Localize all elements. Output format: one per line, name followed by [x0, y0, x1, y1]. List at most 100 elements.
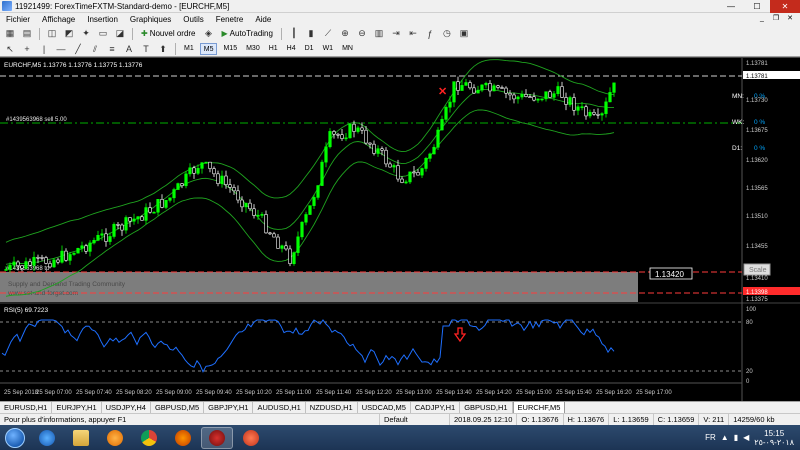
- candle-body: [432, 146, 436, 155]
- tab-eurjpy-h1[interactable]: EURJPY,H1: [52, 402, 102, 413]
- taskbar-media-player[interactable]: [99, 427, 131, 449]
- scale-button[interactable]: Scale: [749, 267, 767, 274]
- timeframe-m5[interactable]: M5: [199, 43, 218, 55]
- language-indicator[interactable]: FR: [705, 433, 716, 442]
- candle-body: [388, 163, 392, 168]
- menu-charts[interactable]: Graphiques: [124, 15, 177, 24]
- chart-shift-icon[interactable]: ⇤: [406, 27, 420, 40]
- price-tick: 1.13730: [746, 98, 768, 104]
- data-window-icon[interactable]: ◩: [62, 27, 76, 40]
- taskbar-chrome[interactable]: [133, 427, 165, 449]
- price-chart[interactable]: Supply and Demand Trading Community www.…: [0, 58, 800, 402]
- mdi-restore-button[interactable]: ❐: [770, 14, 782, 24]
- timeframe-m30[interactable]: M30: [243, 43, 263, 55]
- volume-icon[interactable]: ◀: [743, 433, 749, 442]
- candle-body: [480, 84, 484, 91]
- taskbar-ie[interactable]: [31, 427, 63, 449]
- tab-usdcad-m5[interactable]: USDCAD,M5: [358, 402, 411, 413]
- market-watch-icon[interactable]: ◫: [45, 27, 59, 40]
- taskbar-firefox[interactable]: [167, 427, 199, 449]
- time-tick: 25 Sep 17:00: [636, 390, 672, 396]
- candle-body: [156, 199, 160, 213]
- timeframe-w1[interactable]: W1: [320, 43, 337, 55]
- time-tick: 25 Sep 07:00: [36, 390, 72, 396]
- terminal-icon[interactable]: ▭: [96, 27, 110, 40]
- tab-audusd-h1[interactable]: AUDUSD,H1: [253, 402, 306, 413]
- fibonacci-icon[interactable]: ≡: [105, 43, 119, 56]
- zoom-in-icon[interactable]: ⊕: [338, 27, 352, 40]
- candle-body: [72, 252, 76, 255]
- mdi-minimize-button[interactable]: _: [756, 14, 768, 24]
- tile-windows-icon[interactable]: ▥: [372, 27, 386, 40]
- candlestick-icon[interactable]: ▮: [304, 27, 318, 40]
- candle-body: [92, 240, 96, 244]
- new-order-button[interactable]: ✚ Nouvel ordre: [138, 27, 199, 41]
- profiles-icon[interactable]: ▤: [20, 27, 34, 40]
- close-button[interactable]: ✕: [770, 0, 800, 13]
- tab-eurchf-m5[interactable]: EURCHF,M5: [512, 401, 566, 413]
- templates-icon[interactable]: ▣: [457, 27, 471, 40]
- metaeditor-icon[interactable]: ◈: [202, 27, 216, 40]
- zoom-out-icon[interactable]: ⊖: [355, 27, 369, 40]
- crosshair-icon[interactable]: +: [20, 43, 34, 56]
- tab-gbpjpy-h1[interactable]: GBPJPY,H1: [204, 402, 254, 413]
- time-tick: 25 Sep 13:00: [396, 390, 432, 396]
- menu-file[interactable]: Fichier: [0, 15, 36, 24]
- timeframe-mn[interactable]: MN: [339, 43, 356, 55]
- navigator-icon[interactable]: ✦: [79, 27, 93, 40]
- menu-insert[interactable]: Insertion: [81, 15, 124, 24]
- media-player-icon: [107, 429, 123, 446]
- taskbar-metatrader[interactable]: [201, 426, 233, 449]
- text-tool-icon[interactable]: A: [122, 43, 136, 56]
- arrows-icon[interactable]: ⬆: [156, 43, 170, 56]
- tab-cadjpy-h1[interactable]: CADJPY,H1: [411, 402, 461, 413]
- rsi-line: [1, 319, 615, 373]
- maximize-button[interactable]: ☐: [744, 0, 770, 13]
- line-chart-icon[interactable]: ⟋: [321, 27, 335, 40]
- timeframe-h4[interactable]: H4: [284, 43, 299, 55]
- chevron-up-icon[interactable]: ▲: [721, 433, 729, 442]
- menu-help[interactable]: Aide: [249, 15, 277, 24]
- mdi-close-button[interactable]: ✕: [784, 14, 796, 24]
- strategy-tester-icon[interactable]: ◪: [113, 27, 127, 40]
- candle-body: [240, 199, 244, 208]
- timeframe-h1[interactable]: H1: [266, 43, 281, 55]
- metatrader-icon: [209, 429, 225, 446]
- label-tool-icon[interactable]: T: [139, 43, 153, 56]
- menu-window[interactable]: Fenetre: [210, 15, 250, 24]
- timeframe-m15[interactable]: M15: [220, 43, 240, 55]
- cursor-icon[interactable]: ↖: [3, 43, 17, 56]
- tab-usdjpy-h4[interactable]: USDJPY,H4: [102, 402, 151, 413]
- minimize-button[interactable]: —: [718, 0, 744, 13]
- horizontal-line-icon[interactable]: —: [54, 43, 68, 56]
- menu-tools[interactable]: Outils: [177, 15, 209, 24]
- taskbar-explorer[interactable]: [65, 427, 97, 449]
- new-chart-icon[interactable]: ▦: [3, 27, 17, 40]
- menu-view[interactable]: Affichage: [36, 15, 81, 24]
- tab-nzdusd-h1[interactable]: NZDUSD,H1: [306, 402, 358, 413]
- candle-body: [164, 200, 168, 208]
- chart-window[interactable]: Supply and Demand Trading Community www.…: [0, 57, 800, 402]
- timeframe-m1[interactable]: M1: [181, 43, 197, 55]
- network-icon[interactable]: ▮: [734, 433, 738, 442]
- channel-icon[interactable]: ⫽: [88, 43, 102, 56]
- periods-icon[interactable]: ◷: [440, 27, 454, 40]
- autotrading-button[interactable]: ▶ AutoTrading: [219, 27, 276, 41]
- tab-gbpusd-h1[interactable]: GBPUSD,H1: [460, 402, 513, 413]
- bar-chart-icon[interactable]: ┃: [287, 27, 301, 40]
- candle-body: [552, 93, 556, 98]
- auto-scroll-icon[interactable]: ⇥: [389, 27, 403, 40]
- indicators-icon[interactable]: ƒ: [423, 27, 437, 40]
- candle-body: [328, 131, 332, 148]
- taskbar-app-x[interactable]: [235, 427, 267, 449]
- candle-body: [44, 257, 48, 264]
- candle-body: [84, 245, 88, 252]
- tab-eurusd-h1[interactable]: EURUSD,H1: [0, 402, 53, 413]
- start-button[interactable]: [0, 425, 30, 450]
- vertical-line-icon[interactable]: |: [37, 43, 51, 56]
- system-clock[interactable]: 15:15 ٢٠١٨-٠٩-٢٥: [754, 429, 794, 447]
- tab-gbpusd-m5[interactable]: GBPUSD,M5: [151, 402, 205, 413]
- timeframe-d1[interactable]: D1: [302, 43, 317, 55]
- status-open: O: 1.13676: [517, 413, 564, 426]
- trendline-icon[interactable]: ╱: [71, 43, 85, 56]
